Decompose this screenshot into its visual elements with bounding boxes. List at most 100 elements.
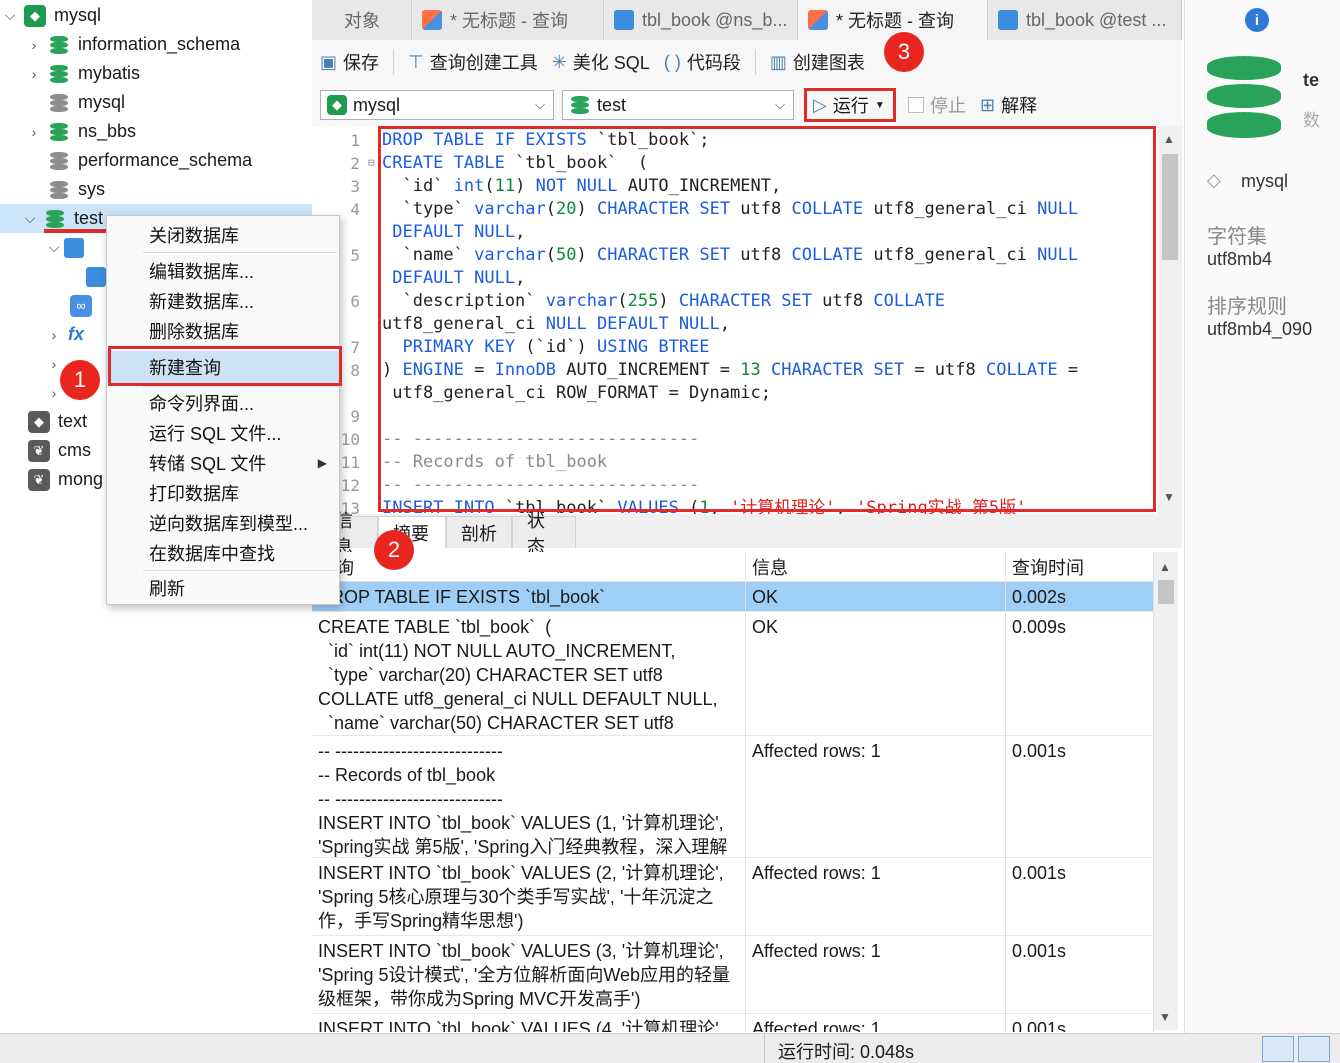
menu-item-dump-sql-file[interactable]: 转储 SQL 文件 ▶ [107, 448, 339, 478]
dolphin-icon: ◆ [327, 95, 347, 115]
menu-item-reverse-to-model[interactable]: 逆向数据库到模型... [107, 508, 339, 538]
table-icon [64, 237, 84, 258]
menu-item-label: 逆向数据库到模型... [149, 514, 309, 534]
tab-table-test[interactable]: tbl_book @test ... [988, 0, 1182, 40]
code-line: `type` varchar(20) CHARACTER SET utf8 CO… [382, 199, 1079, 219]
scroll-up-icon[interactable]: ▲ [1163, 132, 1175, 146]
line-number: 12 [340, 476, 360, 495]
stop-button[interactable]: 停止 [930, 92, 966, 118]
column-header-time[interactable]: 查询时间 [1006, 552, 1154, 582]
scroll-down-icon[interactable]: ▼ [1159, 1010, 1171, 1024]
collation-label: 排序规则 [1207, 296, 1287, 318]
code-line: utf8_general_ci ROW_FORMAT = Dynamic; [382, 383, 771, 403]
cell-query: CREATE TABLE `tbl_book` ( `id` int(11) N… [312, 612, 746, 736]
menu-item-close-database[interactable]: 关闭数据库 [107, 220, 339, 250]
code-snippet-button[interactable]: ( ) 代码段 [664, 49, 741, 75]
save-button[interactable]: ▣ 保存 [320, 49, 379, 75]
menu-separator [143, 570, 337, 571]
tree-db-mysql[interactable]: mysql [0, 88, 312, 117]
leaf-icon: ❦ [28, 468, 50, 491]
dolphin-icon: ◆ [28, 410, 50, 433]
leaf-icon: ❦ [28, 439, 50, 462]
line-number: 6 [350, 292, 360, 311]
beautify-sql-button[interactable]: ✳ 美化 SQL [552, 49, 650, 75]
create-chart-button[interactable]: ▥ 创建图表 [770, 49, 865, 75]
info-icon[interactable]: i [1245, 8, 1269, 32]
layout-right-icon[interactable] [1298, 1036, 1330, 1062]
menu-item-label: 打印数据库 [149, 484, 239, 504]
tree-connection-mysql[interactable]: ⌵ ◆ mysql [0, 1, 312, 30]
menu-item-print-database[interactable]: 打印数据库 [107, 478, 339, 508]
query-toolbar: ▣ 保存 ⊤ 查询创建工具 ✳ 美化 SQL ( ) 代码段 ▥ 创建图表 [312, 40, 1182, 84]
editor-scrollbar[interactable]: ▲ ▼ [1158, 126, 1182, 514]
cell-info: Affected rows: 1 [746, 858, 1006, 936]
panel-title: te [1303, 70, 1320, 90]
menu-item-command-line[interactable]: 命令列界面... [107, 388, 339, 418]
database-select[interactable]: test ⌵ [562, 90, 794, 120]
save-label: 保存 [343, 53, 380, 73]
tree-db-sys[interactable]: sys [0, 175, 312, 204]
layout-left-icon[interactable] [1262, 1036, 1294, 1062]
scrollbar-thumb[interactable] [1162, 154, 1178, 260]
chevron-down-icon[interactable]: ⌵ [0, 7, 20, 24]
chevron-down-icon[interactable]: ⌵ [20, 210, 40, 227]
tab-profile[interactable]: 剖析 [446, 516, 512, 548]
line-number: 10 [340, 430, 360, 449]
status-bar: 运行时间: 0.048s [0, 1033, 1340, 1063]
line-number: 1 [350, 131, 360, 150]
tree-db-mybatis[interactable]: › mybatis [0, 59, 312, 88]
scroll-down-icon[interactable]: ▼ [1163, 490, 1175, 504]
scroll-up-icon[interactable]: ▲ [1159, 560, 1171, 574]
tab-status[interactable]: 状态 [512, 511, 576, 557]
sql-editor[interactable]: 1 2 ⊟ 3 4 5 6 7 8 9 10 11 12 13 DROP TAB… [312, 126, 1182, 514]
chevron-right-icon[interactable]: › [44, 356, 64, 372]
tree-db-label: test [74, 208, 104, 228]
cell-query: DROP TABLE IF EXISTS `tbl_book` [312, 582, 746, 612]
tree-db-performance-schema[interactable]: performance_schema [0, 146, 312, 175]
connection-select[interactable]: ◆ mysql ⌵ [320, 90, 554, 120]
stop-icon [908, 97, 924, 113]
scrollbar-thumb[interactable] [1158, 580, 1174, 604]
menu-item-delete-database[interactable]: 删除数据库 [107, 316, 339, 346]
code-line: INSERT INTO `tbl_book` VALUES (1, '计算机理论… [382, 498, 1027, 514]
menu-separator [143, 386, 337, 387]
code-line: DROP TABLE IF EXISTS `tbl_book`; [382, 130, 710, 150]
menu-item-label: 关闭数据库 [149, 226, 239, 246]
menu-item-refresh[interactable]: 刷新 [107, 573, 339, 603]
explain-button[interactable]: 解释 [1001, 92, 1037, 118]
results-grid[interactable]: 查询 信息 查询时间 DROP TABLE IF EXISTS `tbl_boo… [312, 552, 1154, 1032]
database-icon [1207, 56, 1281, 140]
menu-item-edit-database[interactable]: 编辑数据库... [107, 256, 339, 286]
column-header-info[interactable]: 信息 [746, 552, 1006, 582]
chevron-right-icon[interactable]: › [24, 66, 44, 82]
run-button[interactable]: ▷ 运行 ▼ [804, 88, 896, 122]
chevron-down-icon[interactable]: ⌵ [44, 239, 64, 256]
sql-code[interactable]: DROP TABLE IF EXISTS `tbl_book`; CREATE … [382, 126, 1152, 514]
charset-label: 字符集 [1207, 226, 1267, 248]
code-line: `name` varchar(50) CHARACTER SET utf8 CO… [382, 245, 1079, 265]
line-number: 8 [350, 361, 360, 380]
menu-item-run-sql-file[interactable]: 运行 SQL 文件... [107, 418, 339, 448]
tab-query-1[interactable]: * 无标题 - 查询 [412, 0, 604, 40]
tree-db-label: mybatis [78, 63, 141, 83]
chevron-right-icon[interactable]: › [44, 327, 64, 343]
tree-db-information-schema[interactable]: › information_schema [0, 30, 312, 59]
database-icon [44, 208, 66, 230]
tab-table-ns-bbs[interactable]: tbl_book @ns_b... [604, 0, 798, 40]
query-builder-button[interactable]: ⊤ 查询创建工具 [408, 49, 538, 75]
connection-select-value: mysql [353, 94, 401, 115]
tab-objects[interactable]: 对象 [312, 0, 412, 40]
chevron-down-icon: ⌵ [775, 97, 785, 112]
fold-icon[interactable]: ⊟ [368, 156, 375, 169]
menu-item-new-database[interactable]: 新建数据库... [107, 286, 339, 316]
chevron-right-icon[interactable]: › [24, 37, 44, 53]
tree-db-ns-bbs[interactable]: › ns_bbs [0, 117, 312, 146]
query-builder-icon: ⊤ [408, 51, 424, 72]
results-scrollbar[interactable]: ▲ ▼ [1154, 552, 1178, 1030]
code-line: -- ---------------------------- [382, 475, 700, 495]
table-icon [998, 10, 1018, 30]
dropdown-arrow-icon[interactable]: ▼ [875, 100, 885, 111]
menu-item-find-in-database[interactable]: 在数据库中查找 [107, 538, 339, 568]
code-line: -- Records of tbl_book [382, 452, 608, 472]
chevron-right-icon[interactable]: › [24, 124, 44, 140]
